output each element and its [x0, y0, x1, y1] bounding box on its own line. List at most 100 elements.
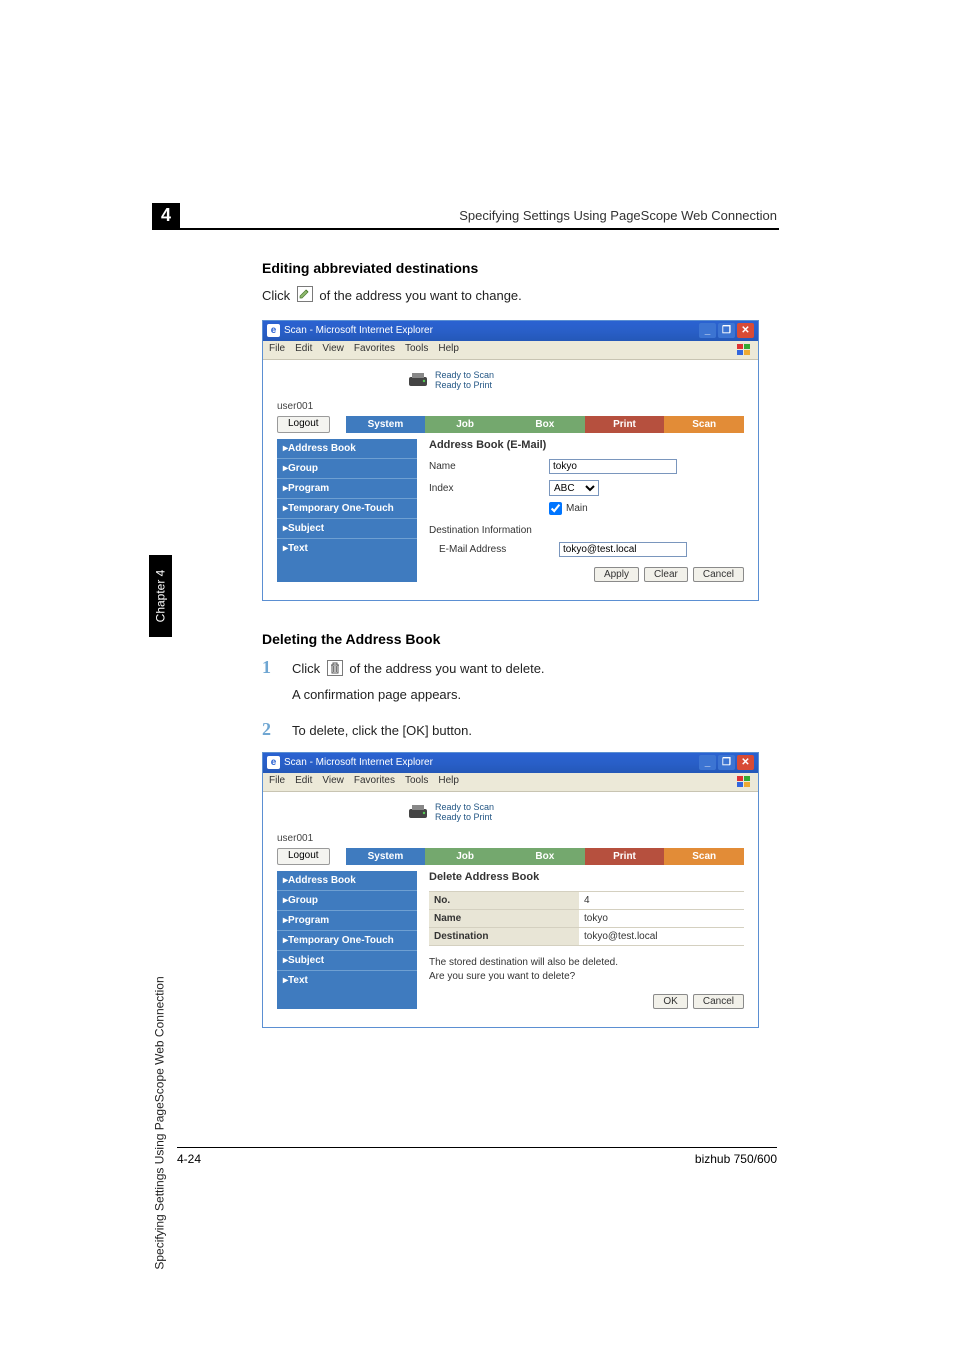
cancel-button[interactable]: Cancel — [693, 994, 744, 1009]
name-input[interactable] — [549, 459, 677, 474]
apply-button[interactable]: Apply — [594, 567, 639, 582]
label-email: E-Mail Address — [429, 544, 559, 555]
page-number: 4-24 — [177, 1152, 201, 1166]
minimize-button[interactable]: _ — [699, 323, 716, 338]
table-row: No. 4 — [429, 892, 744, 910]
tab-box[interactable]: Box — [505, 416, 585, 433]
ie-logo-icon: e — [267, 756, 280, 769]
main-checkbox[interactable] — [549, 502, 562, 515]
footer-rule — [177, 1147, 777, 1148]
menu-help[interactable]: Help — [438, 343, 459, 357]
minimize-button[interactable]: _ — [699, 755, 716, 770]
ie-logo-icon: e — [267, 324, 280, 337]
product-name: bizhub 750/600 — [695, 1152, 777, 1166]
delete-panel-heading: Delete Address Book — [429, 871, 744, 883]
step-number-2: 2 — [262, 719, 292, 740]
cancel-button[interactable]: Cancel — [693, 567, 744, 582]
printer-status-icon — [407, 371, 429, 389]
close-button[interactable]: ✕ — [737, 323, 754, 338]
side-chapter-tab: Chapter 4 — [149, 555, 172, 637]
ie-titlebar: e Scan - Microsoft Internet Explorer _ ❐… — [263, 321, 758, 341]
chapter-number-box: 4 — [152, 203, 180, 228]
tab-scan[interactable]: Scan — [664, 416, 744, 433]
status-ready-scan: Ready to Scan — [435, 370, 494, 381]
main-checkbox-label: Main — [566, 503, 588, 514]
header-rule — [152, 228, 779, 230]
ie-titlebar-2: e Scan - Microsoft Internet Explorer _ ❐… — [263, 753, 758, 773]
confirm-line-2: Are you sure you want to delete? — [429, 970, 744, 984]
cell-dest-value: tokyo@test.local — [579, 928, 744, 946]
tab-system[interactable]: System — [346, 848, 426, 865]
sidebar-2: ▸Address Book ▸Group ▸Program ▸Temporary… — [277, 871, 417, 1009]
label-index: Index — [429, 483, 549, 494]
menu-favorites[interactable]: Favorites — [354, 775, 395, 789]
menu-edit[interactable]: Edit — [295, 343, 312, 357]
trash-icon — [327, 660, 343, 679]
logout-button[interactable]: Logout — [277, 416, 330, 433]
menu-help[interactable]: Help — [438, 775, 459, 789]
email-input[interactable] — [559, 542, 687, 557]
logout-button[interactable]: Logout — [277, 848, 330, 865]
sidebar-item-program[interactable]: ▸Program — [277, 478, 417, 498]
menu-file[interactable]: File — [269, 343, 285, 357]
sidebar-item-group[interactable]: ▸Group — [277, 458, 417, 478]
tab-job[interactable]: Job — [425, 848, 505, 865]
tab-box[interactable]: Box — [505, 848, 585, 865]
side-running-title: Specifying Settings Using PageScope Web … — [150, 645, 170, 1130]
menu-favorites[interactable]: Favorites — [354, 343, 395, 357]
screenshot-delete-window: e Scan - Microsoft Internet Explorer _ ❐… — [262, 752, 759, 1029]
close-button[interactable]: ✕ — [737, 755, 754, 770]
menu-tools[interactable]: Tools — [405, 775, 428, 789]
sidebar-item-address-book[interactable]: ▸Address Book — [277, 439, 417, 458]
step2-text: To delete, click the [OK] button. — [292, 723, 472, 738]
screenshot-edit-window: e Scan - Microsoft Internet Explorer _ ❐… — [262, 320, 759, 602]
panel-heading: Address Book (E-Mail) — [429, 439, 744, 451]
index-select[interactable]: ABC — [549, 480, 599, 496]
menu-view[interactable]: View — [322, 775, 344, 789]
sidebar-item-program[interactable]: ▸Program — [277, 910, 417, 930]
cell-name-label: Name — [429, 910, 579, 928]
ie-window-title-2: Scan - Microsoft Internet Explorer — [284, 757, 433, 768]
menu-edit[interactable]: Edit — [295, 775, 312, 789]
status-ready-print: Ready to Print — [435, 380, 494, 391]
step1-sub: A confirmation page appears. — [292, 685, 778, 705]
tab-system[interactable]: System — [346, 416, 426, 433]
user-label-2: user001 — [277, 833, 744, 844]
cell-dest-label: Destination — [429, 928, 579, 946]
menu-view[interactable]: View — [322, 343, 344, 357]
menu-file[interactable]: File — [269, 775, 285, 789]
windows-flag-icon — [736, 343, 752, 357]
user-label: user001 — [277, 401, 744, 412]
sidebar: ▸Address Book ▸Group ▸Program ▸Temporary… — [277, 439, 417, 582]
maximize-button[interactable]: ❐ — [718, 323, 735, 338]
side-chapter-label: Chapter 4 — [154, 570, 168, 623]
table-row: Name tokyo — [429, 910, 744, 928]
tab-print[interactable]: Print — [585, 848, 665, 865]
tab-print[interactable]: Print — [585, 416, 665, 433]
label-name: Name — [429, 461, 549, 472]
ie-menubar-2: File Edit View Favorites Tools Help — [263, 773, 758, 792]
windows-flag-icon — [736, 775, 752, 789]
ok-button[interactable]: OK — [653, 994, 687, 1009]
maximize-button[interactable]: ❐ — [718, 755, 735, 770]
clear-button[interactable]: Clear — [644, 567, 688, 582]
printer-status-icon — [407, 803, 429, 821]
sidebar-item-temporary[interactable]: ▸Temporary One-Touch — [277, 930, 417, 950]
sidebar-item-address-book[interactable]: ▸Address Book — [277, 871, 417, 890]
confirm-line-1: The stored destination will also be dele… — [429, 956, 744, 970]
cell-no-label: No. — [429, 892, 579, 910]
editing-instruction-line: Click of the address you want to change. — [262, 286, 778, 308]
sidebar-item-temporary[interactable]: ▸Temporary One-Touch — [277, 498, 417, 518]
destination-info-heading: Destination Information — [429, 525, 744, 536]
sidebar-item-text[interactable]: ▸Text — [277, 970, 417, 990]
sidebar-item-subject[interactable]: ▸Subject — [277, 518, 417, 538]
tab-scan[interactable]: Scan — [664, 848, 744, 865]
tab-job[interactable]: Job — [425, 416, 505, 433]
sidebar-item-text[interactable]: ▸Text — [277, 538, 417, 558]
edit-icon — [297, 286, 313, 308]
sidebar-item-group[interactable]: ▸Group — [277, 890, 417, 910]
step-number-1: 1 — [262, 657, 292, 678]
section-title-editing: Editing abbreviated destinations — [262, 260, 778, 276]
menu-tools[interactable]: Tools — [405, 343, 428, 357]
sidebar-item-subject[interactable]: ▸Subject — [277, 950, 417, 970]
